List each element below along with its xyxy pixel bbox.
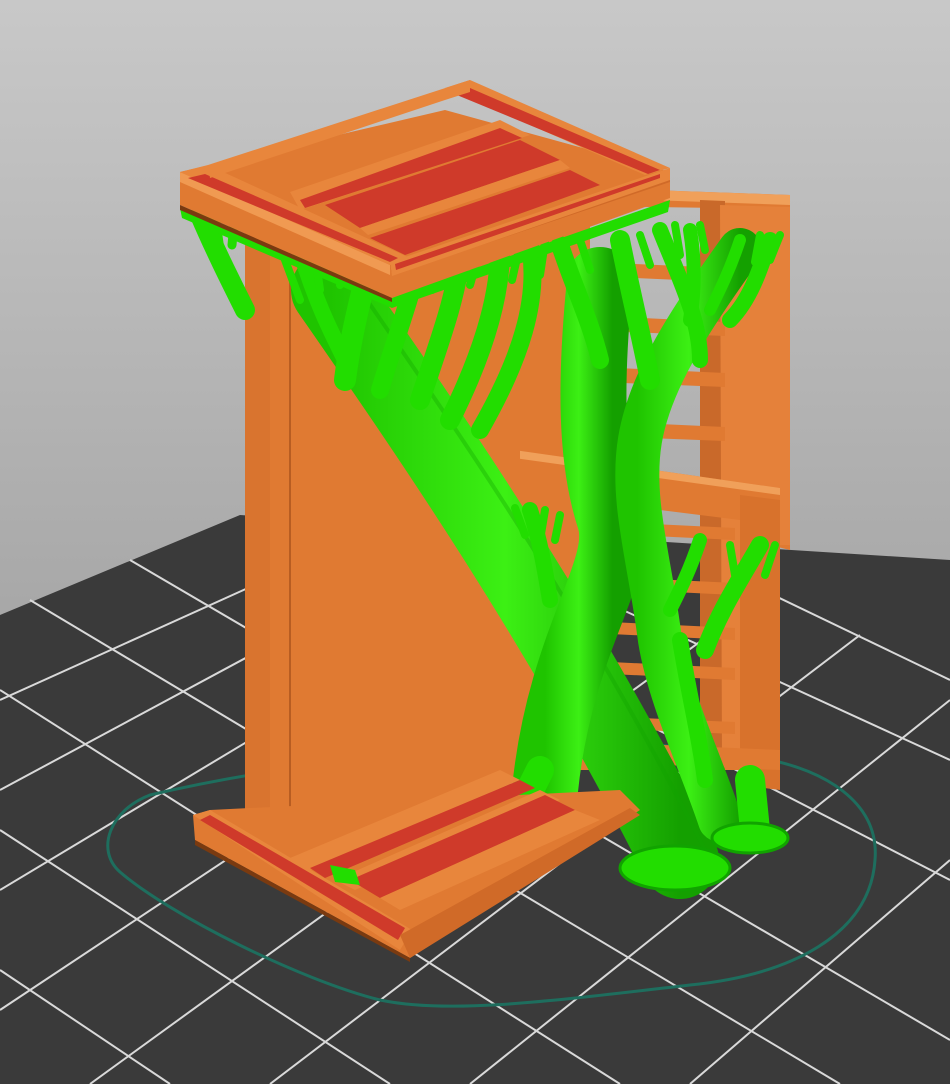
support-base-pad [710, 821, 790, 855]
viewport-canvas[interactable] [0, 0, 950, 1084]
support-base-pad [618, 844, 732, 892]
3d-viewport[interactable] [0, 0, 950, 1084]
